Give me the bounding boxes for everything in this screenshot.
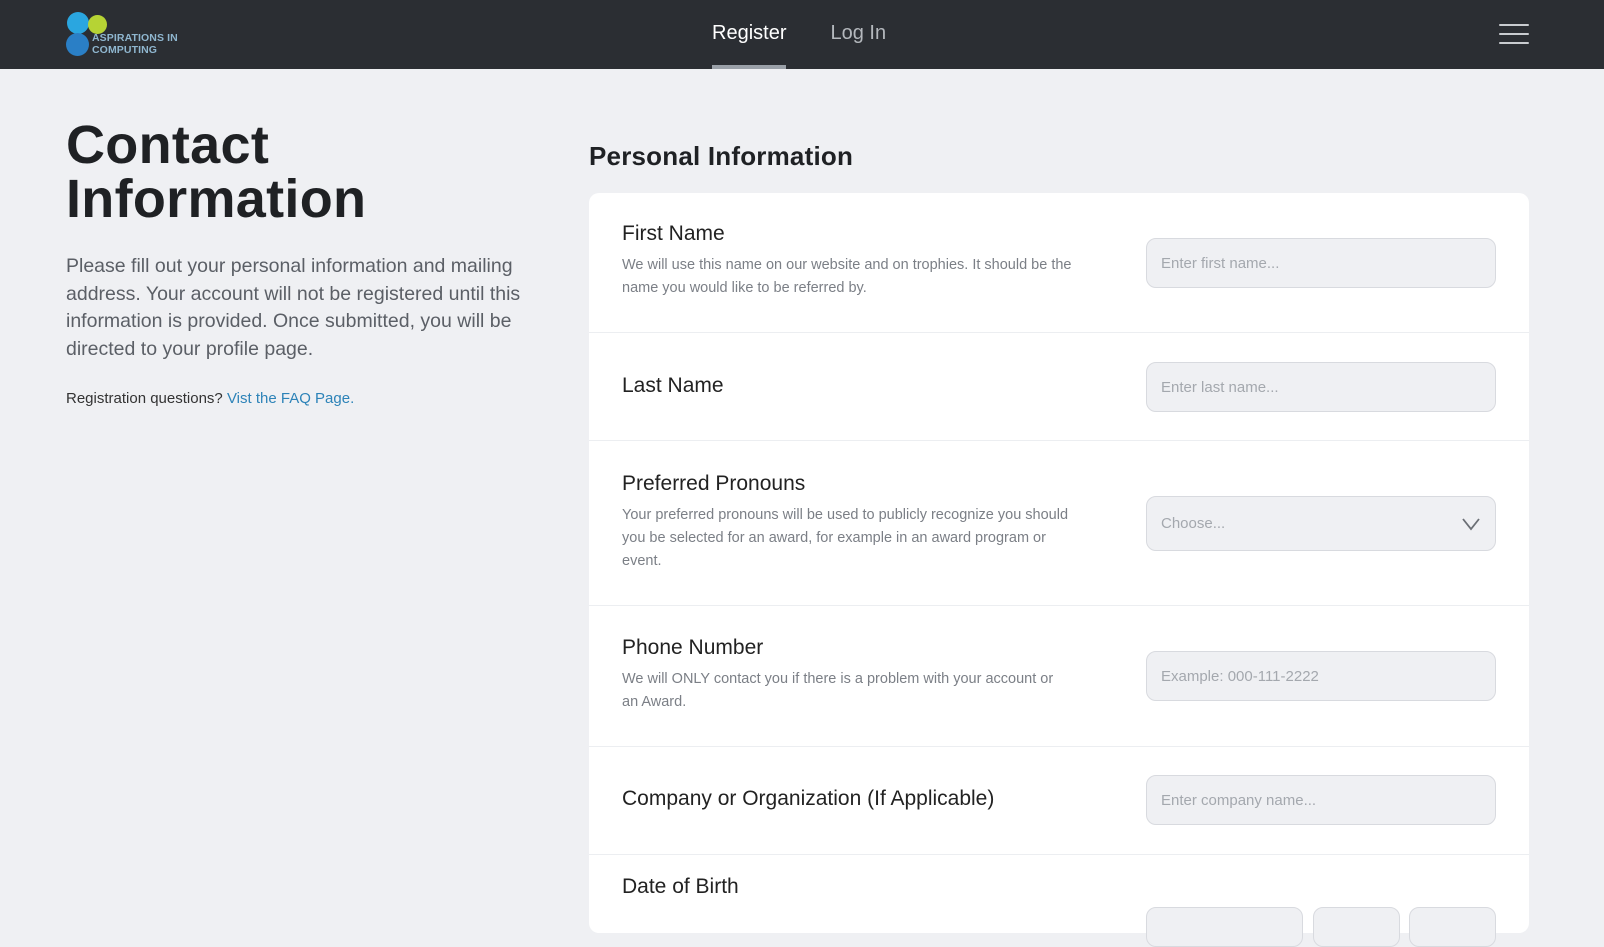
- hamburger-line: [1499, 33, 1529, 35]
- phone-label: Phone Number: [622, 636, 764, 659]
- first-name-input[interactable]: [1146, 238, 1496, 288]
- first-name-help: We will use this name on our website and…: [622, 257, 1072, 296]
- phone-row: Phone Number We will ONLY contact you if…: [589, 606, 1529, 747]
- aspirations-logo[interactable]: ASPIRATIONS IN COMPUTING: [66, 12, 186, 58]
- logo-text-line2: COMPUTING: [92, 43, 158, 56]
- section-title: Personal Information: [589, 141, 854, 171]
- phone-help: We will ONLY contact you if there is a p…: [622, 671, 1054, 710]
- page-title: Contact Information: [66, 118, 526, 226]
- pronouns-selected-value: Choose...: [1161, 515, 1226, 532]
- first-name-label: First Name: [622, 222, 725, 245]
- phone-input[interactable]: [1146, 651, 1496, 701]
- pronouns-row: Preferred Pronouns Your preferred pronou…: [589, 441, 1529, 606]
- top-navigation-bar: ASPIRATIONS IN COMPUTING Register Log In: [0, 0, 1604, 69]
- faq-line: Registration questions? Vist the FAQ Pag…: [66, 390, 354, 407]
- logo-text-line1: ASPIRATIONS IN: [92, 32, 178, 44]
- first-name-row: First Name We will use this name on our …: [589, 193, 1529, 333]
- dob-year-select[interactable]: [1409, 907, 1496, 947]
- page-title-line1: Contact: [66, 115, 270, 175]
- dob-day-select[interactable]: [1313, 907, 1400, 947]
- hamburger-icon[interactable]: [1499, 23, 1529, 45]
- pronouns-label: Preferred Pronouns: [622, 472, 806, 495]
- intro-description: Please fill out your personal informatio…: [66, 255, 521, 360]
- dob-label: Date of Birth: [622, 875, 739, 898]
- logo-dot-darkblue: [66, 33, 89, 56]
- logo-text: ASPIRATIONS IN COMPUTING: [92, 32, 178, 56]
- company-input[interactable]: [1146, 775, 1496, 825]
- dob-month-select[interactable]: [1146, 907, 1303, 947]
- pronouns-help: Your preferred pronouns will be used to …: [622, 507, 1069, 569]
- personal-info-form-card: First Name We will use this name on our …: [589, 193, 1529, 947]
- pronouns-select[interactable]: Choose...: [1146, 496, 1496, 551]
- faq-link[interactable]: Vist the FAQ Page.: [227, 390, 354, 407]
- company-row: Company or Organization (If Applicable): [589, 747, 1529, 855]
- page-title-line2: Information: [66, 169, 367, 229]
- company-label: Company or Organization (If Applicable): [622, 787, 995, 810]
- hamburger-line: [1499, 42, 1529, 44]
- main-nav: Register Log In: [712, 0, 886, 69]
- last-name-row: Last Name: [589, 333, 1529, 441]
- faq-prefix: Registration questions?: [66, 390, 223, 407]
- logo-dot-blue: [67, 12, 89, 34]
- chevron-down-icon: [1462, 518, 1480, 531]
- last-name-input[interactable]: [1146, 362, 1496, 412]
- nav-login-tab[interactable]: Log In: [830, 0, 886, 69]
- last-name-label: Last Name: [622, 374, 724, 397]
- hamburger-line: [1499, 24, 1529, 26]
- nav-register-tab[interactable]: Register: [712, 0, 787, 69]
